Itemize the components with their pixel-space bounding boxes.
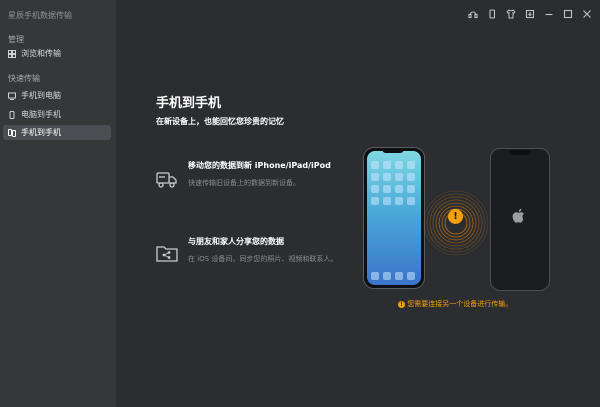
page-subtitle: 在新设备上，也能回忆您珍贵的记忆 (156, 117, 284, 126)
shirt-icon[interactable] (505, 8, 516, 19)
main-panel: 手机到手机 在新设备上，也能回忆您珍贵的记忆 移动您的数据到新 iPhone/i… (116, 28, 600, 407)
app-grid (371, 161, 415, 205)
sidebar-item-label: 浏览和传输 (21, 49, 61, 58)
sidebar-item-phone-to-pc[interactable]: 手机到电脑 (3, 88, 111, 103)
maximize-icon[interactable] (562, 8, 573, 19)
phone-to-pc-icon (8, 92, 16, 100)
share-folder-icon (156, 242, 178, 264)
grid-icon (8, 49, 16, 58)
phone-icon[interactable] (486, 8, 497, 19)
feature-title-share-data: 与朋友和家人分享您的数据 (188, 237, 284, 246)
sidebar-item-label: 手机到电脑 (21, 91, 61, 100)
minimize-icon[interactable] (543, 8, 554, 19)
app-title: 星辰手机数据传输 (8, 11, 72, 20)
close-icon[interactable] (581, 8, 592, 19)
feature-desc-move-data: 快速传输旧设备上的数据到新设备。 (188, 179, 300, 187)
app-window: 星辰手机数据传输 管理 浏览和传输 快速传输 手机到电脑 电脑到手机 手机到手机… (0, 0, 600, 407)
info-icon: ! (398, 300, 405, 308)
apple-logo-icon (512, 208, 524, 223)
section-label-manage: 管理 (8, 35, 24, 44)
sidebar-item-browse-transfer[interactable]: 浏览和传输 (3, 46, 111, 61)
source-phone (363, 147, 425, 289)
sidebar-item-label: 手机到手机 (21, 128, 61, 137)
sidebar: 星辰手机数据传输 管理 浏览和传输 快速传输 手机到电脑 电脑到手机 手机到手机 (0, 0, 116, 407)
feature-desc-share-data: 在 iOS 设备间，同步您的照片、视频和联系人。 (188, 255, 338, 263)
connection-hint: ! 您需要连接另一个设备进行传输。 (398, 299, 512, 309)
sidebar-item-pc-to-phone[interactable]: 电脑到手机 (3, 107, 111, 122)
section-label-quick-transfer: 快速传输 (8, 74, 40, 83)
sidebar-item-label: 电脑到手机 (21, 110, 61, 119)
connection-hint-text: 您需要连接另一个设备进行传输。 (407, 300, 513, 308)
title-bar (116, 0, 600, 28)
page-title: 手机到手机 (156, 96, 222, 111)
support-icon[interactable] (467, 8, 478, 19)
warning-icon: ! (448, 209, 463, 224)
feature-title-move-data: 移动您的数据到新 iPhone/iPad/iPod (188, 161, 331, 170)
phone-notch (509, 150, 531, 155)
download-icon[interactable] (524, 8, 535, 19)
phone-dock (371, 272, 415, 280)
truck-icon (156, 168, 178, 190)
sidebar-item-phone-to-phone[interactable]: 手机到手机 (3, 125, 111, 140)
phone-to-phone-icon (8, 128, 16, 137)
pc-to-phone-icon (8, 110, 16, 119)
window-controls (467, 8, 592, 19)
phone-notch (382, 148, 404, 153)
phone-screen (367, 151, 421, 285)
target-phone (490, 148, 550, 291)
